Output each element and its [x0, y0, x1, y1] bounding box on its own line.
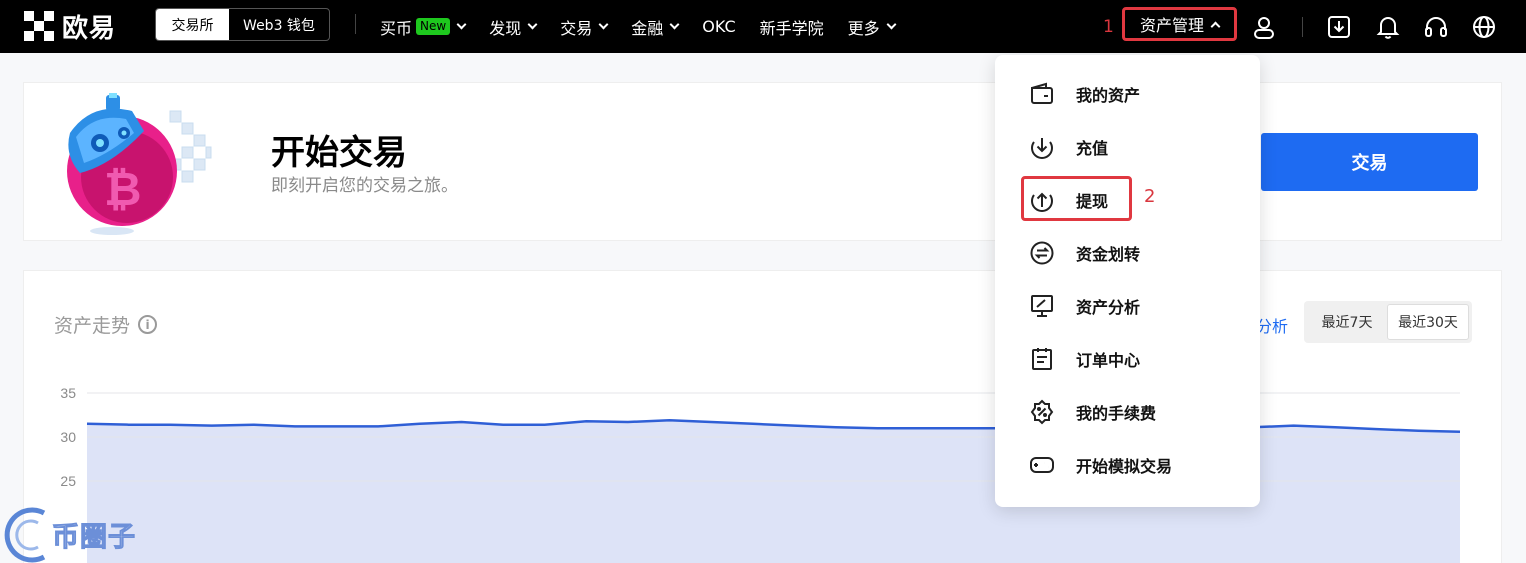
hero-illustration: ₿: [67, 93, 212, 235]
step-marker-2: 2: [1144, 186, 1156, 207]
dropdown-label: 我的资产: [1076, 86, 1141, 105]
watermark: 币圈子: [0, 505, 160, 563]
dropdown-item-transfer[interactable]: 资金划转: [1028, 235, 1140, 271]
menu-label: 发现: [489, 18, 522, 38]
wallet-icon: [1028, 80, 1056, 108]
transfer-icon: [1028, 239, 1056, 267]
chevron-down-icon: [886, 19, 897, 30]
main-menu: 买币 New 发现 交易 金融 OKC 新手学院 更多: [380, 0, 919, 53]
menu-label: 更多: [847, 18, 880, 38]
dropdown-item-my-fees[interactable]: 我的手续费: [1028, 394, 1156, 430]
menu-label: 交易: [560, 18, 593, 38]
tab-exchange[interactable]: 交易所: [156, 9, 229, 40]
dropdown-label: 资金划转: [1076, 245, 1141, 264]
download-icon[interactable]: [1325, 13, 1353, 41]
menu-more[interactable]: 更多: [847, 15, 897, 39]
menu-label: 金融: [631, 18, 664, 38]
watermark-text: 币圈子: [52, 522, 136, 554]
asset-trend-card: 资产走势 i 分析 最近7天 最近30天 25 30 35: [23, 270, 1502, 563]
dropdown-item-deposit[interactable]: 充值: [1028, 129, 1108, 165]
watermark-logo-icon: [4, 507, 46, 563]
step-marker-1: 1: [1103, 17, 1114, 37]
dropdown-label: 资产分析: [1076, 298, 1141, 317]
top-nav: 欧易 交易所 Web3 钱包 买币 New 发现 交易 金融 OKC 新手学院: [0, 0, 1526, 53]
okx-logo-icon: [24, 11, 54, 41]
y-tick-label: 25: [60, 473, 76, 489]
menu-trade[interactable]: 交易: [560, 15, 609, 39]
menu-label: 新手学院: [759, 18, 824, 38]
user-icon[interactable]: [1250, 13, 1278, 41]
dropdown-label: 我的手续费: [1076, 404, 1157, 423]
tab-web3-wallet[interactable]: Web3 钱包: [229, 9, 329, 40]
asset-trend-chart: 25 30 35: [60, 385, 1461, 563]
chevron-down-icon: [598, 19, 609, 30]
dropdown-item-my-assets[interactable]: 我的资产: [1028, 76, 1140, 112]
menu-label: 买币: [380, 18, 413, 38]
hero-title: 开始交易: [271, 133, 407, 173]
fee-icon: [1028, 398, 1056, 426]
logo-text: 欧易: [62, 13, 117, 44]
menu-label: OKC: [702, 17, 736, 36]
trade-button[interactable]: 交易: [1261, 133, 1478, 191]
svg-text:₿: ₿: [104, 162, 142, 216]
dropdown-item-demo-trading[interactable]: 开始模拟交易: [1028, 447, 1172, 483]
asset-management-button[interactable]: 资产管理: [1122, 7, 1237, 41]
dropdown-label: 充值: [1076, 139, 1109, 158]
headset-icon[interactable]: [1422, 13, 1450, 41]
menu-finance[interactable]: 金融: [631, 15, 680, 39]
exchange-wallet-switch: 交易所 Web3 钱包: [155, 8, 330, 41]
withdraw-highlight-box: [1021, 176, 1132, 221]
y-tick-label: 30: [60, 429, 76, 445]
globe-icon[interactable]: [1470, 13, 1498, 41]
demo-trading-icon: [1028, 451, 1056, 479]
nav-icons-divider: [1302, 16, 1303, 37]
dropdown-label: 订单中心: [1076, 351, 1141, 370]
nav-divider: [355, 14, 356, 34]
analysis-icon: [1028, 292, 1056, 320]
asset-management-label: 资产管理: [1139, 16, 1204, 35]
chevron-down-icon: [456, 19, 467, 30]
dropdown-item-asset-analysis[interactable]: 资产分析: [1028, 288, 1140, 324]
start-trading-card: ₿ 开始交易 即刻开启您的交易之旅。 交易: [23, 82, 1502, 241]
dropdown-label: 开始模拟交易: [1076, 457, 1173, 476]
hero-subtitle: 即刻开启您的交易之旅。: [271, 176, 458, 196]
chevron-up-icon: [1210, 21, 1221, 31]
menu-academy[interactable]: 新手学院: [760, 15, 824, 39]
new-badge: New: [416, 18, 451, 35]
menu-discover[interactable]: 发现: [489, 15, 538, 39]
nav-icon-group: [1250, 0, 1498, 53]
bell-icon[interactable]: [1374, 13, 1402, 41]
menu-buy-crypto[interactable]: 买币 New: [380, 15, 467, 39]
y-tick-label: 35: [60, 385, 76, 401]
deposit-icon: [1028, 133, 1056, 161]
chevron-down-icon: [527, 19, 538, 30]
logo[interactable]: 欧易: [24, 10, 117, 44]
asset-management-dropdown: 我的资产 充值 提现 资金划转 资产分析 订单中心 我的手续费 开始模拟交易: [995, 55, 1260, 507]
dropdown-item-order-center[interactable]: 订单中心: [1028, 341, 1140, 377]
order-icon: [1028, 345, 1056, 373]
menu-okc[interactable]: OKC: [702, 17, 735, 36]
chevron-down-icon: [669, 19, 680, 30]
